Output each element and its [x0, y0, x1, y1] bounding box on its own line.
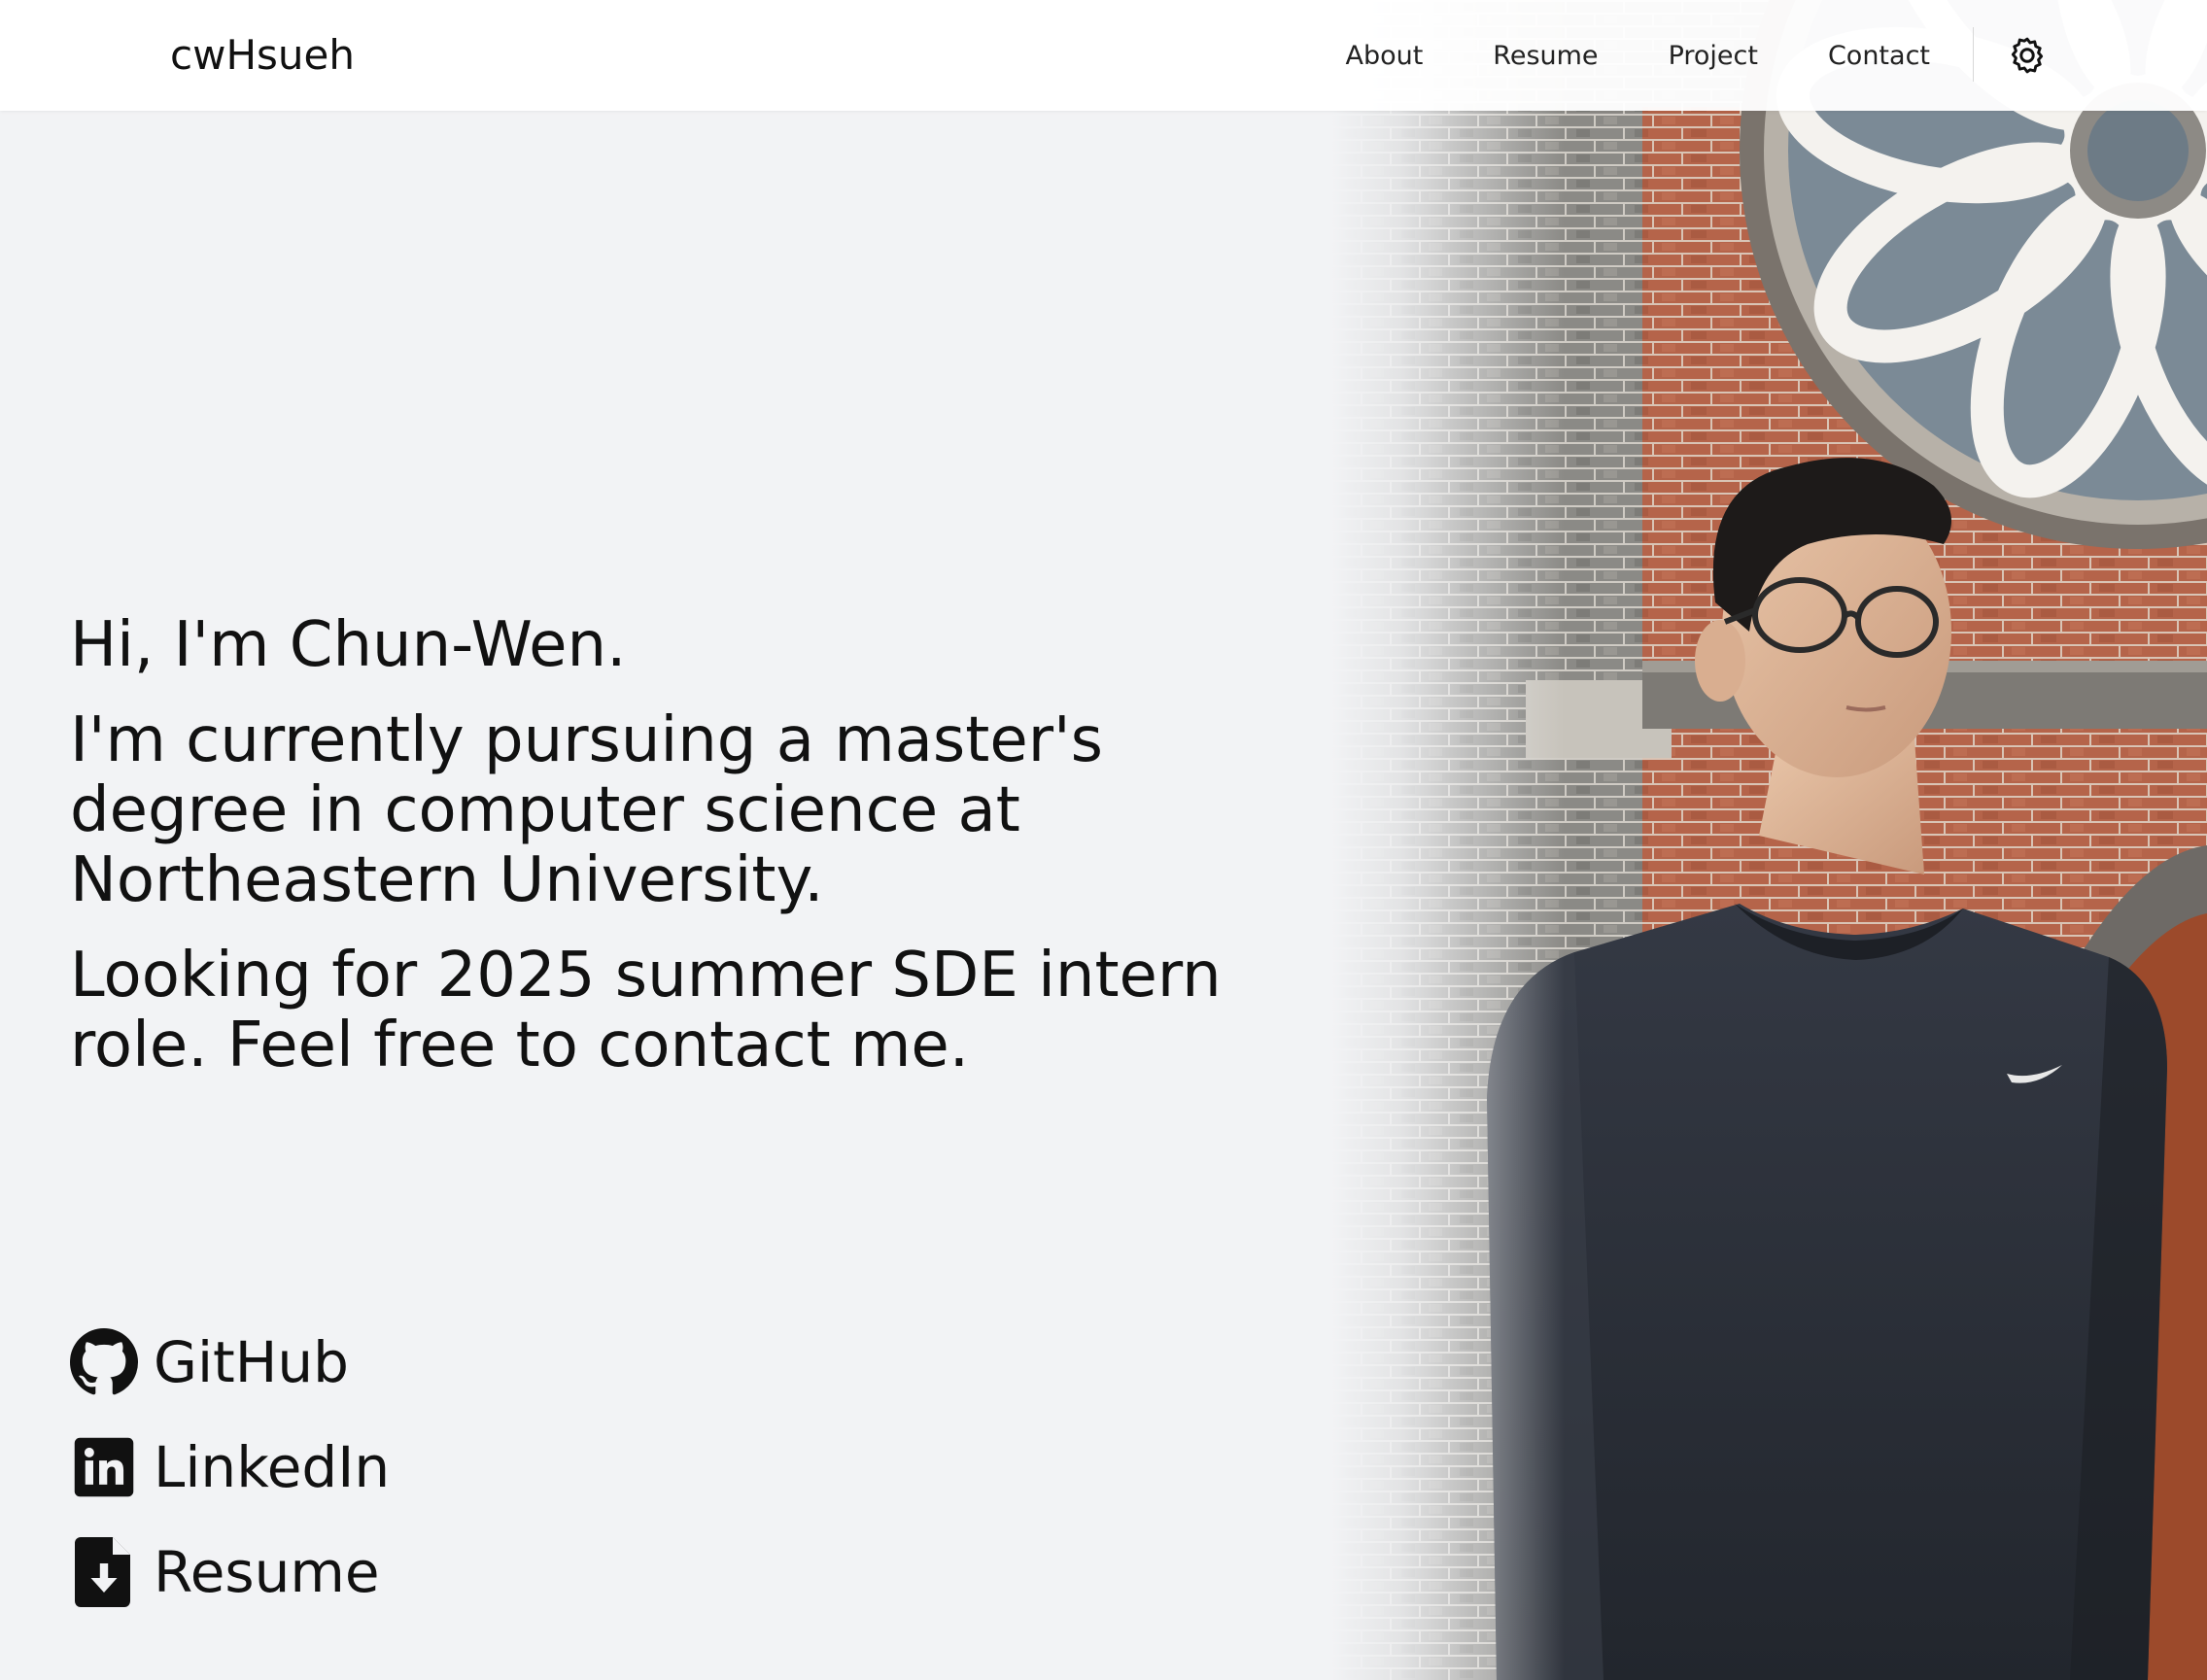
- github-icon: [70, 1328, 138, 1396]
- hero-greeting: Hi, I'm Chun-Wen.: [70, 609, 627, 681]
- hero-seeking: Looking for 2025 summer SDE intern role.…: [70, 940, 1222, 1081]
- nav-about[interactable]: About: [1345, 41, 1423, 71]
- profile-photo: [1331, 0, 2207, 1680]
- linkedin-link[interactable]: LinkedIn: [70, 1432, 390, 1502]
- linkedin-icon: [70, 1433, 138, 1501]
- nav-project[interactable]: Project: [1669, 41, 1758, 71]
- main-nav: About Resume Project Contact: [1275, 0, 1930, 111]
- resume-link[interactable]: Resume: [70, 1537, 390, 1607]
- nav-divider: [1973, 27, 1974, 82]
- theme-toggle-button[interactable]: [2006, 34, 2049, 77]
- page: cwHsueh About Resume Project Contact Hi,…: [0, 0, 2207, 1680]
- linkedin-label: LinkedIn: [154, 1434, 391, 1500]
- photo-fade: [1331, 0, 1565, 1680]
- github-label: GitHub: [154, 1329, 349, 1395]
- nav-resume[interactable]: Resume: [1493, 41, 1598, 71]
- gear-icon: [2011, 37, 2044, 74]
- hero-intro: Hi, I'm Chun-Wen. I'm currently pursuing…: [70, 610, 1275, 1080]
- social-links: GitHub LinkedIn Resume: [70, 1327, 390, 1642]
- github-link[interactable]: GitHub: [70, 1327, 390, 1397]
- resume-label: Resume: [154, 1539, 380, 1605]
- brand-logo[interactable]: cwHsueh: [170, 29, 355, 82]
- nav-contact[interactable]: Contact: [1828, 41, 1930, 71]
- top-navbar: cwHsueh About Resume Project Contact: [0, 0, 2207, 111]
- hero-study: I'm currently pursuing a master's degree…: [70, 704, 1103, 916]
- file-download-icon: [70, 1537, 138, 1607]
